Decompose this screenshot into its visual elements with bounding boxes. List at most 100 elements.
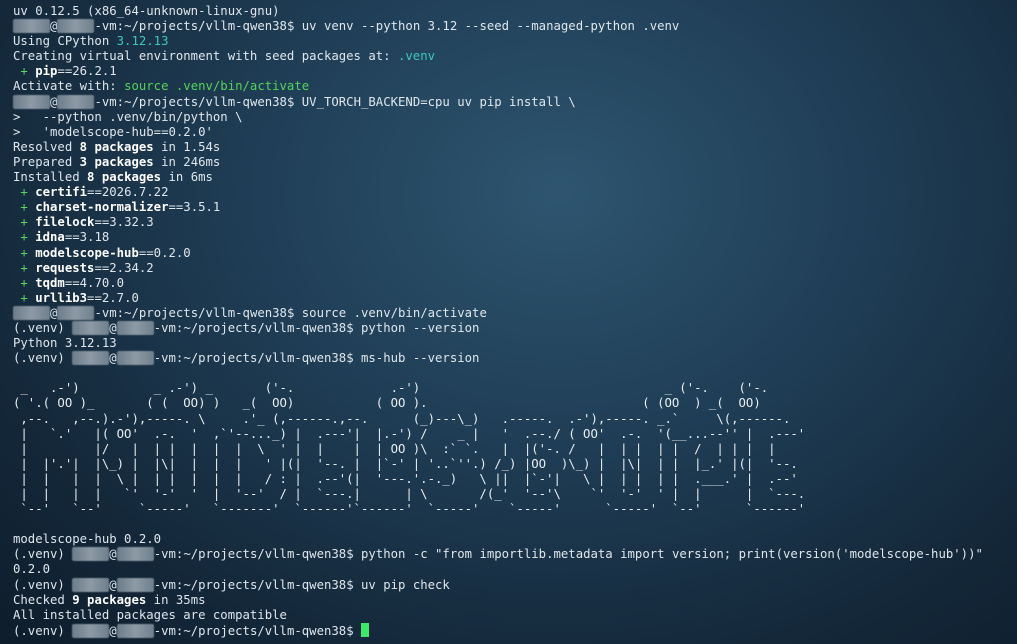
venv-prefix: (.venv): [13, 351, 73, 366]
package-line: + charset-normalizer==3.5.1: [13, 200, 1017, 215]
uv-version-line: uv 0.12.5 (x86_64-unknown-linux-gnu): [13, 4, 280, 18]
package-version: ==26.2.1: [57, 64, 117, 79]
plus-icon: +: [13, 64, 36, 79]
masked-username: xxxxx: [72, 320, 110, 335]
prompt-path: -vm:~/projects/vllm-qwen38$: [153, 623, 361, 638]
command-text: ms-hub --version: [361, 351, 480, 366]
venv-prefix: (.venv): [13, 547, 73, 562]
output-line: All installed packages are compatible: [13, 607, 287, 622]
plus-icon: +: [13, 230, 36, 245]
package-version: ==3.5.1: [168, 200, 221, 215]
activate-command-highlight: source .venv/bin/activate: [124, 79, 310, 94]
output-line: Python 3.12.13: [13, 336, 117, 351]
package-name: urllib3: [35, 290, 88, 305]
count-bold: 8 packages: [79, 139, 154, 154]
command-text: python -c "from importlib.metadata impor…: [361, 547, 983, 562]
package-version: ==2.34.2: [94, 260, 154, 275]
package-name: requests: [35, 260, 95, 275]
package-version: ==2026.7.22: [87, 185, 169, 200]
at-sign: @: [109, 351, 117, 366]
at-sign: @: [109, 577, 117, 592]
package-line: + modelscope-hub==0.2.0: [13, 246, 1017, 261]
masked-username: xxxxx: [72, 623, 110, 638]
venv-prefix: (.venv): [13, 320, 73, 335]
prompt-line: (.venv) xxxxx@xxxxx-vm:~/projects/vllm-q…: [13, 320, 1017, 336]
prompt-path: -vm:~/projects/vllm-qwen38$: [153, 320, 361, 335]
masked-username: xxxxx: [72, 547, 110, 562]
continuation-line: > --python .venv/bin/python \: [13, 109, 243, 124]
count-bold: 8 packages: [87, 170, 162, 185]
output-line: modelscope-hub 0.2.0: [13, 532, 162, 547]
prompt-line: (.venv) xxxxx@xxxxx-vm:~/projects/vllm-q…: [13, 577, 1017, 593]
masked-hostname: xxxxx: [57, 94, 95, 109]
package-line: + requests==2.34.2: [13, 261, 1017, 276]
package-version: ==3.18: [64, 230, 110, 245]
package-line: + idna==3.18: [13, 230, 1017, 245]
banner-row: | | | | `' '-' ' | '--' / | `---.| | \ /…: [13, 487, 806, 501]
terminal-window[interactable]: uv 0.12.5 (x86_64-unknown-linux-gnu) xxx…: [0, 0, 1017, 644]
masked-username: xxxxx: [72, 577, 110, 592]
masked-hostname: xxxxx: [57, 305, 95, 320]
venv-prefix: (.venv): [13, 623, 73, 638]
output-text: Installed: [13, 170, 88, 185]
banner-row: | |/ | | | | | | \ ' | | | | OO )\ :` `.…: [13, 441, 776, 456]
command-text: UV_TORCH_BACKEND=cpu uv pip install \: [301, 94, 576, 109]
text-cursor[interactable]: [361, 622, 369, 637]
prompt-line: xxxxx@xxxxx-vm:~/projects/vllm-qwen38$ u…: [13, 19, 1017, 34]
prompt-line: xxxxx@xxxxx-vm:~/projects/vllm-qwen38$ s…: [13, 305, 1017, 321]
banner-row: _ .-') _ .-') _ ('-. .-') _ ('-. ('-.: [13, 381, 769, 396]
banner-row: `--' `--' `-----' `-------' `------'`---…: [13, 502, 806, 517]
output-line: Prepared 3 packages in 246ms: [13, 155, 1017, 170]
masked-username: xxxxx: [72, 351, 110, 366]
output-text: Creating virtual environment with seed p…: [13, 49, 398, 64]
masked-username: xxxxx: [13, 305, 51, 320]
prompt-path: -vm:~/projects/vllm-qwen38$: [153, 547, 361, 562]
output-line: 0.2.0: [13, 562, 51, 577]
venv-prefix: (.venv): [13, 577, 73, 592]
command-text: uv pip check: [361, 577, 450, 592]
masked-hostname: xxxxx: [116, 577, 154, 592]
package-name: tqdm: [35, 275, 65, 290]
masked-username: xxxxx: [13, 19, 51, 34]
package-version: ==3.32.3: [94, 215, 154, 230]
installed-package-list: + certifi==2026.7.22 + charset-normalize…: [13, 185, 1017, 306]
prompt-line: xxxxx@xxxxx-vm:~/projects/vllm-qwen38$ U…: [13, 94, 1017, 110]
package-version: ==4.70.0: [64, 275, 125, 290]
prompt-path: -vm:~/projects/vllm-qwen38$: [153, 577, 361, 592]
package-line: + tqdm==4.70.0: [13, 276, 1017, 291]
prompt-line: (.venv) xxxxx@xxxxx-vm:~/projects/vllm-q…: [13, 547, 1017, 562]
masked-hostname: xxxxx: [116, 351, 154, 366]
banner-row: | `.' |( OO' .-. ' ,`'--..._) | .---'| |…: [13, 426, 806, 441]
count-bold: 3 packages: [79, 154, 154, 169]
package-line: + filelock==3.32.3: [13, 215, 1017, 230]
ascii-banner: _ .-') _ .-') _ ('-. .-') _ ('-. ('-. ( …: [13, 381, 1017, 517]
masked-hostname: xxxxx: [116, 623, 154, 638]
prompt-line: (.venv) xxxxx@xxxxx-vm:~/projects/vllm-q…: [13, 351, 1017, 366]
output-text: in 246ms: [153, 154, 221, 169]
output-line: Activate with: source .venv/bin/activate: [13, 79, 1017, 94]
prompt-path: -vm:~/projects/vllm-qwen38$: [94, 19, 302, 34]
output-line: Creating virtual environment with seed p…: [13, 49, 1017, 64]
prompt-path: -vm:~/projects/vllm-qwen38$: [94, 94, 302, 109]
masked-hostname: xxxxx: [116, 547, 154, 562]
package-line: + urllib3==2.7.0: [13, 291, 1017, 306]
at-sign: @: [109, 623, 117, 638]
banner-row: | | | | \ | | | | | | / : | .--'(| '---.…: [13, 471, 798, 486]
command-text: python --version: [361, 320, 480, 335]
plus-icon: +: [13, 260, 36, 275]
package-name: filelock: [35, 215, 95, 230]
count-bold: 9 packages: [72, 592, 147, 607]
prompt-line: (.venv) xxxxx@xxxxx-vm:~/projects/vllm-q…: [13, 622, 1017, 638]
output-text: in 35ms: [146, 592, 206, 607]
plus-icon: +: [13, 185, 36, 200]
at-sign: @: [109, 547, 117, 562]
masked-hostname: xxxxx: [116, 320, 154, 335]
package-line: + certifi==2026.7.22: [13, 185, 1017, 200]
python-version-highlight: 3.12.13: [116, 34, 169, 49]
banner-row: ( '.( OO )_ ( ( OO) ) _( OO) ( OO ). ( (…: [13, 396, 761, 411]
package-line: + pip==26.2.1: [13, 64, 1017, 79]
output-text: Using CPython: [13, 34, 117, 49]
package-name: pip: [35, 64, 58, 79]
